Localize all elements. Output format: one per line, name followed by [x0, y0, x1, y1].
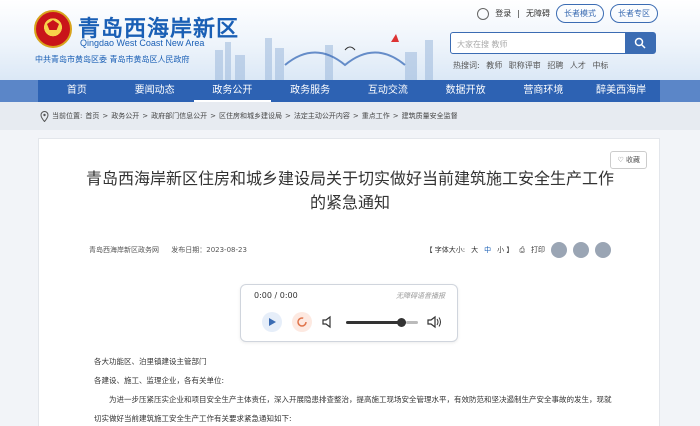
nav-item-news[interactable]: 要闻动态 — [116, 80, 194, 102]
heart-icon: ♡ — [617, 156, 624, 164]
breadcrumb-item[interactable]: 政务公开 — [111, 111, 139, 121]
print-button[interactable]: 打印 — [531, 245, 545, 255]
hot-word[interactable]: 教师 — [486, 61, 502, 70]
paragraph: 各大功能区、泊里镇建设主管部门 — [94, 357, 207, 366]
font-size-mid[interactable]: 中 — [484, 245, 491, 255]
print-icon: ⎙ — [519, 245, 525, 254]
organizer-line: 中共青岛市黄岛区委 青岛市黄岛区人民政府 — [35, 55, 190, 64]
font-size-big[interactable]: 大 — [471, 245, 478, 255]
breadcrumb-item[interactable]: 首页 — [85, 111, 99, 121]
wechat-share-icon[interactable] — [551, 242, 567, 258]
login-link[interactable]: 登录 — [495, 8, 511, 19]
hot-word[interactable]: 招聘 — [547, 61, 563, 70]
font-size-small[interactable]: 小 】 — [497, 245, 513, 255]
nav-item-gov-service[interactable]: 政务服务 — [271, 80, 349, 102]
nav-item-business[interactable]: 营商环境 — [505, 80, 583, 102]
breadcrumb-label: 当前位置: — [52, 112, 83, 120]
article-tools: 【 字体大小: 大 中 小 】 ⎙ 打印 — [426, 242, 611, 258]
article-body: 各大功能区、泊里镇建设主管部门 各建设、施工、监理企业，各有关单位: 为进一步压… — [94, 352, 614, 426]
loop-icon — [297, 317, 307, 327]
player-time: 0:00 / 0:00 — [254, 291, 298, 300]
play-icon — [269, 318, 276, 326]
hot-word[interactable]: 中标 — [592, 61, 608, 70]
title-line: 青岛西海岸新区住房和城乡建设局关于切实做好当前建筑施工安全生产工作 — [85, 169, 614, 188]
weibo-share-icon[interactable] — [573, 242, 589, 258]
skyline-illustration — [215, 34, 433, 80]
user-icon — [477, 7, 490, 20]
volume-low-icon[interactable] — [321, 315, 335, 329]
paragraph: 为进一步压紧压实企业和项目安全生产主体责任，深入开展隐患排查整治，提高施工现场安… — [94, 395, 612, 423]
breadcrumb-item[interactable]: 区住房和城乡建设局 — [219, 111, 282, 121]
article-meta: 青岛西海岸新区政务网 发布日期：2023-08-23 — [89, 245, 257, 255]
nav-item-gov-open[interactable]: 政务公开 — [193, 80, 272, 102]
star-share-icon[interactable] — [595, 242, 611, 258]
nav-item-interaction[interactable]: 互动交流 — [349, 80, 427, 102]
title-line: 的紧急通知 — [309, 193, 390, 212]
breadcrumb: 当前位置: 首页 > 政务公开 > 政府部门信息公开 > 区住房和城乡建设局 > 法定主… — [0, 102, 700, 130]
favorite-label: 收藏 — [626, 156, 640, 164]
font-size-label: 【 字体大小: — [425, 246, 466, 254]
nav-item-home[interactable]: 首页 — [38, 80, 116, 102]
search-icon — [634, 37, 646, 49]
play-button[interactable] — [262, 312, 282, 332]
location-pin-icon — [40, 110, 49, 122]
nav-item-data-open[interactable]: 数据开放 — [427, 80, 505, 102]
elder-mode-button[interactable]: 长者模式 — [556, 4, 604, 23]
hot-word[interactable]: 职称评审 — [509, 61, 541, 70]
site-subtitle: Qingdao West Coast New Area — [80, 38, 205, 48]
volume-slider-track — [406, 321, 418, 324]
national-emblem-icon — [34, 10, 72, 48]
player-note: 无障碍语音播报 — [396, 292, 445, 300]
main-nav: 首页 要闻动态 政务公开 政务服务 互动交流 数据开放 营商环境 醉美西海岸 — [38, 80, 660, 102]
audio-player: 0:00 / 0:00 无障碍语音播报 — [240, 284, 458, 342]
utility-bar: 登录 | 无障碍 长者模式 长者专区 — [477, 4, 658, 23]
loop-button[interactable] — [292, 312, 312, 332]
breadcrumb-item[interactable]: 法定主动公开内容 — [294, 111, 350, 121]
search-input[interactable]: 大家在搜 教师 — [457, 39, 508, 50]
article-panel: ♡ 收藏 青岛西海岸新区住房和城乡建设局关于切实做好当前建筑施工安全生产工作 的… — [38, 138, 660, 426]
hot-search-label: 热搜词: — [453, 61, 480, 70]
breadcrumb-item[interactable]: 政府部门信息公开 — [151, 111, 207, 121]
paragraph: 各建设、施工、监理企业，各有关单位: — [94, 376, 225, 385]
site-header: 青岛西海岸新区 Qingdao West Coast New Area 中共青岛… — [0, 0, 700, 80]
divider: | — [517, 9, 520, 18]
search-button[interactable] — [625, 33, 655, 53]
volume-high-icon[interactable] — [426, 315, 442, 329]
search-box: 大家在搜 教师 — [450, 32, 656, 54]
breadcrumb-item[interactable]: 建筑质量安全监督 — [402, 111, 458, 121]
hot-word[interactable]: 人才 — [570, 61, 586, 70]
volume-slider-handle[interactable] — [397, 318, 406, 327]
breadcrumb-item[interactable]: 重点工作 — [362, 111, 390, 121]
elder-zone-button[interactable]: 长者专区 — [610, 4, 658, 23]
article-title: 青岛西海岸新区住房和城乡建设局关于切实做好当前建筑施工安全生产工作 的紧急通知 — [69, 167, 631, 215]
nav-item-west-coast[interactable]: 醉美西海岸 — [582, 80, 660, 102]
article-source: 青岛西海岸新区政务网 — [89, 246, 159, 254]
article-date: 发布日期：2023-08-23 — [171, 246, 247, 254]
hot-search: 热搜词: 教师 职称评审 招聘 人才 中标 — [453, 60, 612, 71]
accessibility-link[interactable]: 无障碍 — [526, 8, 550, 19]
